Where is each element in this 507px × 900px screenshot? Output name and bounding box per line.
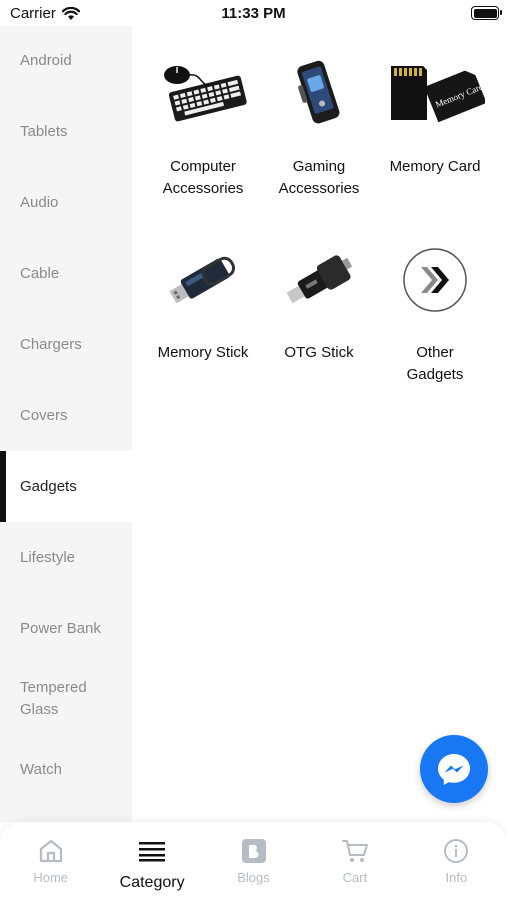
subcategory-computer-accessories[interactable]: Computer Accessories <box>145 50 261 200</box>
subcategory-other-gadgets[interactable]: Other Gadgets <box>377 236 493 386</box>
sidebar-item-label: Tempered Glass <box>20 679 87 719</box>
sidebar-item-watch[interactable]: Watch <box>0 735 132 806</box>
sidebar-item-label: Android <box>20 52 72 70</box>
subcategory-label: Other Gadgets <box>406 344 464 383</box>
gaming-phone-image <box>269 50 369 138</box>
sidebar-item-lifestyle[interactable]: Lifestyle <box>0 522 132 593</box>
info-icon <box>444 839 469 863</box>
sidebar-item-label: Tablets <box>20 123 68 141</box>
bottom-navigation: Home Category Blogs Cart Info <box>0 822 507 900</box>
memory-card-image: Memory Card <box>385 50 485 138</box>
status-bar: Carrier 11:33 PM <box>0 0 507 26</box>
sidebar-item-label: Audio <box>20 194 59 212</box>
sidebar-item-android[interactable]: Android <box>0 26 132 97</box>
subcategory-grid: Computer Accessories Gaming Accessories <box>145 50 495 386</box>
sidebar-item-label: Chargers <box>20 336 82 353</box>
nav-category[interactable]: Category <box>101 822 202 900</box>
cart-icon <box>341 840 368 862</box>
subcategory-memory-card[interactable]: Memory Card Memory Card <box>377 50 493 200</box>
nav-home[interactable]: Home <box>0 822 101 900</box>
sidebar-item-label: Covers <box>20 406 68 424</box>
sidebar-item-label: Gadgets <box>20 477 77 495</box>
nav-label: Category <box>119 874 185 891</box>
nav-label: Info <box>445 870 468 885</box>
subcategory-otg-stick[interactable]: OTG Stick <box>261 236 377 386</box>
subcategory-label: OTG Stick <box>284 344 354 361</box>
nav-cart[interactable]: Cart <box>304 822 405 900</box>
sidebar-item-label: Cable <box>20 265 60 283</box>
sidebar-item-tempered-glass[interactable]: Tempered Glass <box>0 664 132 735</box>
sidebar-item-covers[interactable]: Covers <box>0 380 132 451</box>
double-chevron-image <box>385 236 485 324</box>
sidebar-item-label: Lifestyle <box>20 548 76 566</box>
battery-icon <box>471 6 502 20</box>
status-time: 11:33 PM <box>221 5 286 22</box>
home-icon <box>39 839 62 863</box>
subcategory-memory-stick[interactable]: Memory Stick <box>145 236 261 386</box>
messenger-icon <box>438 754 470 785</box>
subcategory-label: Memory Card <box>389 158 481 175</box>
keyboard-mouse-image <box>153 50 253 138</box>
nav-label: Home <box>33 870 69 885</box>
nav-label: Blogs <box>237 870 270 885</box>
subcategory-gaming-accessories[interactable]: Gaming Accessories <box>261 50 377 200</box>
blog-icon <box>241 839 266 863</box>
sidebar-item-tablets[interactable]: Tablets <box>0 97 132 168</box>
subcategory-label: Gaming Accessories <box>278 158 360 197</box>
sidebar-item-label: Power Bank <box>20 619 101 637</box>
otg-stick-image <box>269 236 369 324</box>
sidebar-item-cable[interactable]: Cable <box>0 239 132 310</box>
nav-blogs[interactable]: Blogs <box>203 822 304 900</box>
subcategory-label: Computer Accessories <box>162 158 244 197</box>
sidebar-item-label: Watch <box>20 761 62 779</box>
sidebar-item-gadgets[interactable]: Gadgets <box>0 451 132 523</box>
sidebar-item-audio[interactable]: Audio <box>0 168 132 239</box>
sidebar-item-chargers[interactable]: Chargers <box>0 310 132 381</box>
sidebar-item-power-bank[interactable]: Power Bank <box>0 593 132 664</box>
usb-stick-image <box>153 236 253 324</box>
nav-info[interactable]: Info <box>406 822 507 900</box>
subcategory-label: Memory Stick <box>157 344 249 361</box>
messenger-button[interactable] <box>420 735 488 803</box>
menu-lines-icon <box>139 842 166 862</box>
category-sidebar: Android Tablets Audio Cable Chargers Cov… <box>0 26 132 822</box>
nav-label: Cart <box>342 870 368 885</box>
